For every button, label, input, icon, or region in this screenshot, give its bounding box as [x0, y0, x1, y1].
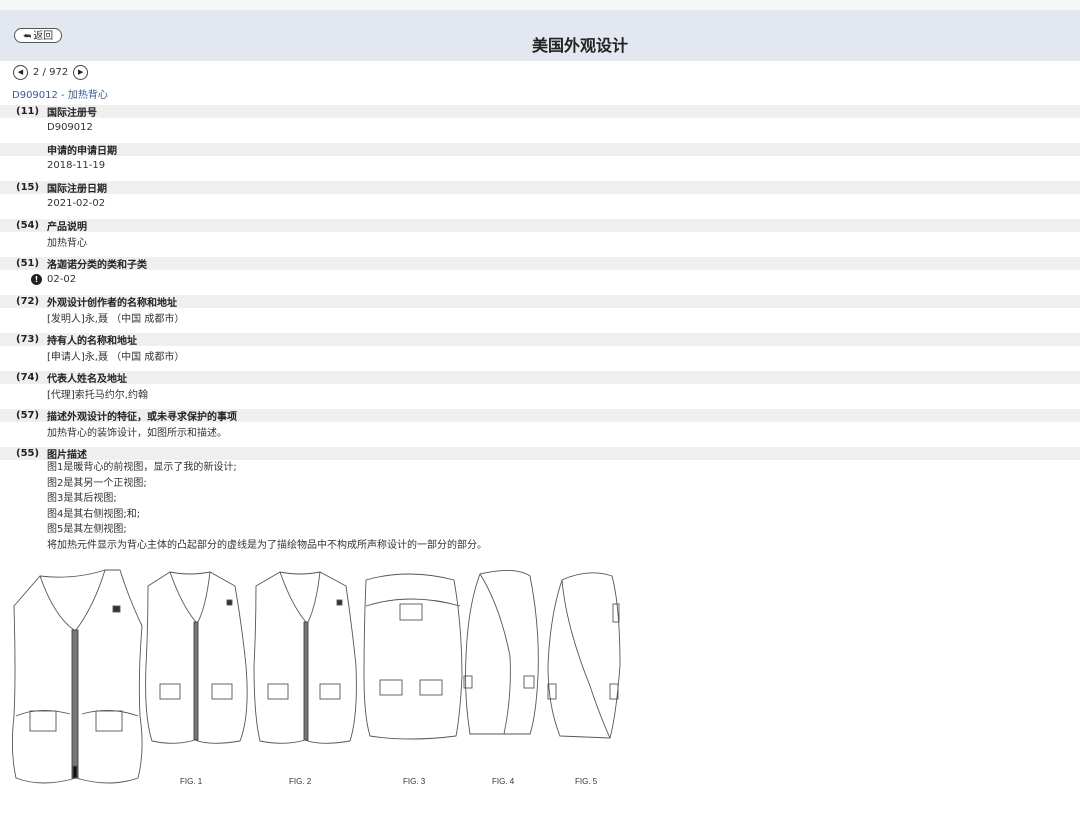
field-code: (74)	[16, 372, 40, 383]
field-value: 加热背心的装饰设计，如图所示和描述。	[47, 428, 227, 439]
field-heading: (55) 图片描述	[0, 447, 1080, 461]
field-heading: (73) 持有人的名称和地址	[0, 333, 1080, 347]
figure-6-drawing	[547, 572, 621, 739]
figure-labels: FIG. 1 FIG. 2 FIG. 3 FIG. 4 FIG. 5	[180, 777, 598, 786]
page-counter: 2 / 972	[33, 67, 69, 78]
field-label: 产品说明	[47, 222, 87, 233]
description-line: 图5是其左侧视图;	[47, 524, 127, 535]
figure-label: FIG. 3	[403, 777, 426, 786]
chevron-right-icon: ▶	[77, 68, 84, 76]
field-value: 2021-02-02	[47, 198, 106, 209]
design-drawings: FIG. 1 FIG. 2 FIG. 3 FIG. 4 FIG. 5	[11, 569, 621, 786]
figure-4-drawing	[363, 573, 463, 740]
field-code: (54)	[16, 220, 40, 231]
chevron-left-icon: ◀	[17, 68, 24, 76]
field-heading: (74) 代表人姓名及地址	[0, 371, 1080, 385]
locarno-class-value: 02-02	[47, 274, 77, 285]
figure-description: 图1是暖背心的前视图，显示了我的新设计; 图2是其另一个正视图; 图3是其后视图…	[0, 460, 1080, 553]
field-heading: (54) 产品说明	[0, 219, 1080, 233]
field-label: 代表人姓名及地址	[47, 374, 127, 385]
figure-label: FIG. 2	[289, 777, 312, 786]
figure-5-drawing	[463, 570, 539, 735]
field-heading: (51) 洛迦诺分类的类和子类	[0, 257, 1080, 271]
description-line: 图3是其后视图;	[47, 493, 117, 504]
field-code: (11)	[16, 106, 40, 117]
field-value: 2018-11-19	[47, 160, 106, 171]
description-line: 图4是其右侧视图;和;	[47, 508, 141, 520]
field-code: (51)	[16, 258, 40, 269]
prev-page-button[interactable]: ◀	[13, 65, 28, 80]
field-heading: (72) 外观设计创作者的名称和地址	[0, 295, 1080, 309]
field-code: (73)	[16, 334, 40, 345]
page-title: 美国外观设计	[531, 36, 628, 55]
figure-label: FIG. 4	[492, 777, 515, 786]
field-label: 持有人的名称和地址	[47, 336, 137, 347]
record-title: D909012 - 加热背心	[12, 90, 108, 101]
field-label: 图片描述	[47, 450, 87, 461]
figure-label: FIG. 5	[575, 777, 598, 786]
figure-3-drawing	[253, 571, 357, 744]
field-value: [发明人]永,聂 （中国 成都市）	[47, 314, 185, 325]
figure-2-drawing	[145, 571, 248, 744]
field-heading: (11) 国际注册号	[0, 105, 1080, 119]
field-label: 国际注册号	[47, 108, 97, 119]
description-line: 将加热元件显示为背心主体的凸起部分的虚线是为了描绘物品中不构成所声称设计的一部分…	[47, 539, 487, 551]
back-arrow-icon: ⮪	[22, 32, 32, 42]
field-label: 洛迦诺分类的类和子类	[47, 260, 147, 271]
field-code: (72)	[16, 296, 40, 307]
description-line: 图1是暖背心的前视图，显示了我的新设计;	[47, 462, 237, 473]
field-label: 外观设计创作者的名称和地址	[47, 298, 177, 309]
field-label: 申请的申请日期	[47, 146, 117, 157]
back-button-label: 返回	[33, 31, 54, 42]
info-icon[interactable]: !	[31, 274, 42, 285]
figure-label: FIG. 1	[180, 777, 203, 786]
top-strip	[0, 0, 1080, 10]
field-list: (11) 国际注册号 D909012 申请的申请日期 2018-11-19 (15…	[0, 105, 1080, 553]
field-code: (15)	[16, 182, 40, 193]
field-heading: (15) 国际注册日期	[0, 181, 1080, 195]
figure-1-drawing	[11, 569, 143, 784]
field-code: (57)	[16, 410, 40, 421]
field-value: ! 02-02	[0, 270, 1080, 289]
field-heading: (57) 描述外观设计的特征，或未寻求保护的事项	[0, 409, 1080, 423]
field-label: 描述外观设计的特征，或未寻求保护的事项	[47, 412, 237, 423]
field-value: 加热背心	[47, 238, 87, 249]
pager: ◀ 2 / 972 ▶	[13, 64, 89, 81]
field-value: [代理]索托马约尔,约翰	[47, 390, 148, 401]
field-value: D909012	[47, 122, 93, 133]
field-label: 国际注册日期	[47, 184, 107, 195]
field-value: [申请人]永,聂 （中国 成都市）	[47, 352, 185, 363]
back-button[interactable]: ⮪ 返回	[14, 28, 62, 43]
field-heading: 申请的申请日期	[0, 143, 1080, 157]
field-code: (55)	[16, 448, 40, 459]
description-line: 图2是其另一个正视图;	[47, 477, 147, 489]
next-page-button[interactable]: ▶	[73, 65, 89, 80]
page-header: ⮪ 返回 美国外观设计	[0, 10, 1080, 61]
